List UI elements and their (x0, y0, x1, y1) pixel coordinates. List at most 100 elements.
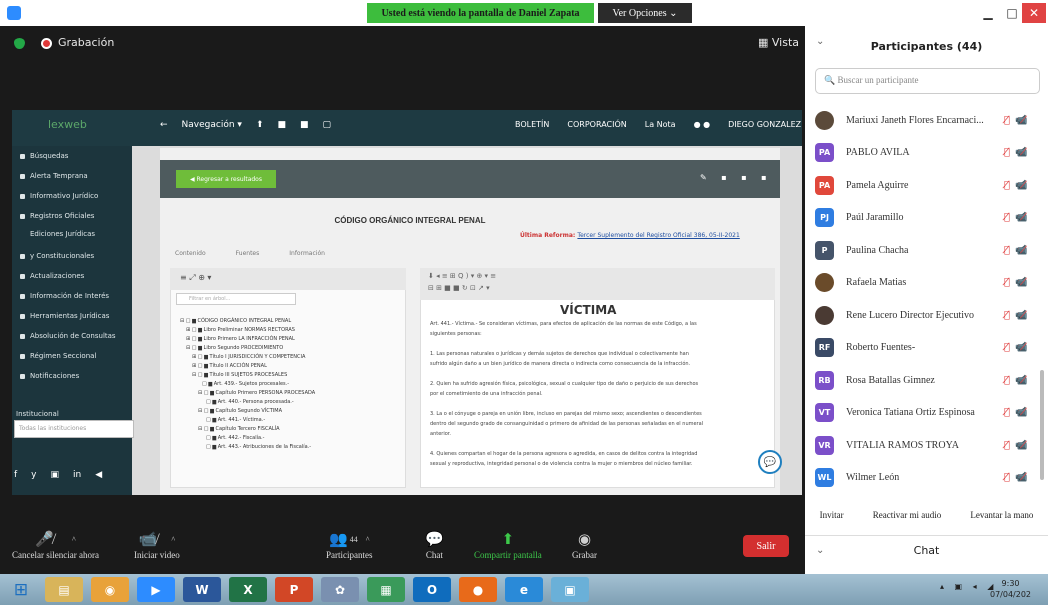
notification-icons: ● ● (693, 120, 711, 129)
participant-row[interactable]: PA Pamela Aguirre 🎙̸ 📹̸ (815, 172, 1043, 198)
raise-hand-button[interactable]: Levantar la mano (970, 510, 1033, 520)
article-line: 3. La o el cónyuge o pareja en unión lib… (430, 411, 702, 417)
article-line: sexual y reproductiva, integridad person… (430, 461, 693, 467)
participant-row[interactable]: P Paulina Chacha 🎙̸ 📹̸ (815, 237, 1043, 263)
share-screen-button[interactable]: ⬆ Compartir pantalla (474, 528, 542, 561)
panel-scrollbar[interactable] (1040, 370, 1044, 480)
sidebar-item-informativo: Informativo Jurídico (20, 192, 98, 200)
tree-item: □ ▆ Art. 442.- Fiscalía.- (206, 435, 265, 441)
tree-item: □ ▆ Art. 439.- Sujetos procesales.- (202, 381, 290, 387)
record-icon: ◉ (577, 531, 592, 548)
video-off-icon: 📹̸ ^ (138, 531, 176, 548)
tab-informacion: Información (289, 250, 325, 257)
recording-label[interactable]: Grabación (58, 36, 114, 49)
participant-name: VITALIA RAMOS TROYA (846, 439, 959, 451)
view-button[interactable]: ▦ Vista (758, 36, 799, 49)
sidebar-item-registros: Registros Oficiales (20, 212, 94, 220)
participant-name: Mariuxi Janeth Flores Encarnaci... (846, 114, 984, 126)
word-icon[interactable]: W (183, 577, 221, 602)
windows-start-icon[interactable]: ⊞ (6, 576, 36, 603)
share-icon: ◀ (95, 470, 103, 480)
clock[interactable]: 9:30 07/04/202 (990, 578, 1031, 600)
article-line: 4. Quienes compartan el hogar de la pers… (430, 451, 698, 457)
paint-icon[interactable]: ✿ (321, 577, 359, 602)
video-off-icon: 📹̸ (1015, 212, 1028, 223)
participant-row[interactable]: VT Veronica Tatiana Ortiz Espinosa 🎙̸ 📹̸ (815, 400, 1043, 426)
chat-button[interactable]: 💬 Chat (425, 528, 444, 561)
mic-muted-icon: 🎙̸ (1004, 114, 1011, 126)
tab-contenido: Contenido (175, 250, 206, 257)
start-video-button[interactable]: 📹̸ ^ Iniciar video (134, 528, 180, 561)
corporacion-logo: CORPORACIÓN (567, 120, 627, 129)
tree-toolbar: ≡ ⤢ ⊕ ▾ (170, 268, 406, 290)
chat-bubble-icon: 💬 (758, 450, 782, 474)
mic-muted-icon: 🎙̸ (1004, 212, 1011, 223)
sidebar-item-absolucion: Absolución de Consultas (20, 332, 116, 340)
maximize-icon[interactable]: □ (1000, 3, 1024, 23)
participant-row[interactable]: Rafaela Matias 🎙̸ 📹̸ (815, 270, 1043, 296)
firefox-icon[interactable]: ● (459, 577, 497, 602)
mic-muted-icon: 🎙̸ (1004, 342, 1011, 353)
system-tray[interactable]: ▴ ▣ ◂ ◢ (940, 582, 997, 591)
unmute-button[interactable]: 🎤̸ ^ Cancelar silenciar ahora (12, 528, 99, 561)
participant-row[interactable]: Mariuxi Janeth Flores Encarnaci... 🎙̸ 📹̸ (815, 107, 1043, 133)
leave-button[interactable]: Salir (743, 535, 789, 557)
sidebar-item-busquedas: Búsquedas (20, 152, 68, 160)
participant-photo (815, 110, 834, 130)
remote-desktop-icon[interactable]: ▣ (551, 577, 589, 602)
file-explorer-icon[interactable]: ▤ (45, 577, 83, 602)
participant-avatar: RF (815, 338, 834, 357)
article-toolbar-row-2: ⊟ ⊞ ■ ■ ↻ ⊡ ↗ ▾ (428, 284, 490, 292)
mic-muted-icon: 🎙̸ (1004, 439, 1011, 451)
video-off-icon: 📹̸ (1015, 114, 1028, 126)
participant-row[interactable]: VR VITALIA RAMOS TROYA 🎙̸ 📹̸ (815, 432, 1043, 458)
chrome-icon[interactable]: ◉ (91, 577, 129, 602)
participant-avatar: VR (815, 435, 834, 455)
participant-row[interactable]: RF Roberto Fuentes- 🎙̸ 📹̸ (815, 335, 1043, 361)
participants-button[interactable]: 👥 44 ^ Participantes (326, 528, 373, 561)
record-button[interactable]: ◉ Grabar (572, 528, 597, 561)
powerpoint-icon[interactable]: P (275, 577, 313, 602)
outlook-icon[interactable]: O (413, 577, 451, 602)
minimize-icon[interactable]: ▁ (976, 3, 1000, 23)
sidebar-item-alerta: Alerta Temprana (20, 172, 88, 180)
document-title: CÓDIGO ORGÁNICO INTEGRAL PENAL (334, 216, 486, 225)
view-options-button[interactable]: Ver Opciones ⌄ (598, 3, 692, 23)
tree-item: ⊟ □ ▆ CÓDIGO ORGÁNICO INTEGRAL PENAL (180, 318, 292, 324)
video-off-icon: 📹̸ (1015, 244, 1028, 256)
la-nota-logo: La Nota (644, 120, 676, 129)
participant-search-input[interactable]: 🔍 Buscar un participante (815, 68, 1040, 94)
mic-muted-icon: 🎤̸ ^ (35, 531, 76, 548)
calculator-icon[interactable]: ▦ (367, 577, 405, 602)
article-line: sufrido algún daño a un bien jurídico de… (430, 361, 691, 367)
last-reform: Última Reforma: Tercer Suplemento del Re… (520, 232, 740, 239)
tree-item: □ ▆ Art. 441.- Víctima.- (206, 417, 266, 423)
sidebar-item-ediciones: Ediciones Jurídicas (30, 230, 95, 238)
participant-row[interactable]: Rene Lucero Director Ejecutivo 🎙̸ 📹̸ (815, 302, 1043, 328)
tree-item: ⊟ □ ▆ Capítulo Tercero FISCALÍA (198, 426, 280, 432)
chat-icon: 💬 (425, 531, 444, 548)
participant-name: Roberto Fuentes- (846, 342, 916, 353)
internet-explorer-icon[interactable]: e (505, 577, 543, 602)
chat-panel-title: Chat (805, 535, 1048, 565)
participant-row[interactable]: PA PABLO AVILA 🎙̸ 📹̸ (815, 140, 1043, 166)
unmute-me-button[interactable]: Reactivar mi audio (873, 510, 941, 520)
nav-icon: ▢ (322, 120, 332, 130)
zoom-icon[interactable]: ▶ (137, 577, 175, 602)
institucional-select: Todas las instituciones (14, 420, 134, 438)
excel-icon[interactable]: X (229, 577, 267, 602)
article-line: Art. 441.- Víctima.- Se consideran vícti… (430, 321, 697, 327)
video-off-icon: 📹̸ (1015, 277, 1028, 288)
participant-row[interactable]: PJ Paúl Jaramillo 🎙̸ 📹̸ (815, 205, 1043, 231)
participant-name: Rene Lucero Director Ejecutivo (846, 309, 974, 321)
chevron-down-icon[interactable]: ⌄ (816, 545, 824, 556)
article-toolbar: ⬇ ◂ ≡ ⊞ Q ) ▾ ⊕ ▾ ≡ ⊟ ⊞ ■ ■ ↻ ⊡ ↗ ▾ (420, 268, 775, 300)
nav-icon: ■ (277, 120, 286, 130)
video-off-icon: 📹̸ (1015, 407, 1028, 418)
participant-row[interactable]: RB Rosa Batallas Gimnez 🎙̸ 📹̸ (815, 367, 1043, 393)
article-line: anterior. (430, 431, 451, 437)
close-icon[interactable]: ✕ (1022, 3, 1046, 23)
invite-button[interactable]: Invitar (820, 510, 844, 520)
participant-row[interactable]: WL Wilmer León 🎙̸ 📹̸ (815, 465, 1043, 491)
back-arrow-icon: ← (160, 120, 168, 130)
